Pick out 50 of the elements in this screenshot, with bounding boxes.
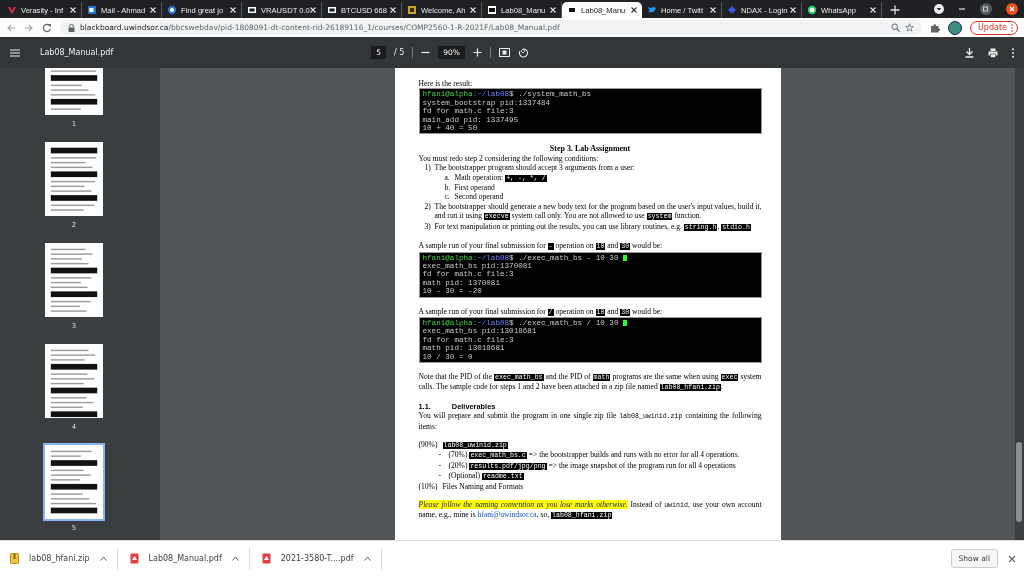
fit-page-icon[interactable] bbox=[499, 48, 510, 57]
favicon-icon bbox=[87, 5, 97, 15]
favicon-icon bbox=[327, 5, 337, 15]
file-name: Lab08_Manual.pdf bbox=[40, 48, 114, 57]
star-icon[interactable] bbox=[905, 23, 914, 32]
favicon-icon bbox=[727, 5, 737, 15]
favicon-icon bbox=[807, 5, 817, 15]
restore-icon[interactable] bbox=[980, 3, 992, 15]
chevron-up-icon[interactable] bbox=[231, 556, 239, 561]
favicon-icon bbox=[7, 5, 17, 15]
chevron-up-icon[interactable] bbox=[99, 556, 107, 561]
download-item[interactable]: lab08_hfani.zip bbox=[8, 547, 118, 570]
update-button[interactable]: Update bbox=[970, 20, 1018, 35]
print-icon[interactable] bbox=[988, 47, 998, 58]
page-thumbnail[interactable] bbox=[43, 443, 105, 521]
close-icon[interactable] bbox=[1008, 554, 1016, 563]
page-thumbnail[interactable] bbox=[43, 342, 105, 420]
lock-icon bbox=[68, 23, 75, 32]
pdf-file-icon bbox=[129, 553, 139, 564]
puzzle-icon[interactable] bbox=[930, 22, 940, 33]
favicon-icon bbox=[647, 5, 657, 15]
new-tab-icon[interactable] bbox=[890, 5, 900, 15]
reload-icon[interactable] bbox=[42, 22, 52, 33]
scrollbar-thumb[interactable] bbox=[1016, 442, 1022, 522]
rotate-icon[interactable] bbox=[518, 47, 528, 58]
favicon-icon bbox=[567, 5, 577, 15]
chevron-up-icon[interactable] bbox=[363, 556, 371, 561]
favicon-icon bbox=[407, 5, 417, 15]
tab-search-icon[interactable] bbox=[934, 4, 944, 14]
menu-icon[interactable] bbox=[10, 48, 20, 57]
section-heading: Step 3. Lab Assignment bbox=[548, 144, 632, 154]
close-window-icon[interactable] bbox=[1006, 3, 1018, 15]
back-icon[interactable] bbox=[6, 22, 16, 33]
page-thumbnail[interactable] bbox=[43, 241, 105, 319]
zoom-icon[interactable] bbox=[891, 23, 900, 32]
avatar-icon[interactable] bbox=[948, 20, 962, 35]
page-total: / 5 bbox=[394, 48, 405, 57]
close-icon[interactable] bbox=[631, 7, 637, 13]
zip-file-icon bbox=[10, 553, 19, 564]
page-thumbnail[interactable] bbox=[43, 140, 105, 218]
download-item[interactable]: 2021-3580-T....pdf bbox=[259, 547, 382, 570]
favicon-icon bbox=[487, 5, 497, 15]
favicon-icon bbox=[167, 5, 177, 15]
forward-icon[interactable] bbox=[24, 22, 34, 33]
minimize-icon[interactable] bbox=[958, 5, 966, 13]
favicon-icon bbox=[247, 5, 257, 15]
download-item[interactable]: Lab08_Manual.pdf bbox=[127, 547, 250, 570]
zoom-in-icon[interactable] bbox=[473, 48, 482, 57]
pdf-file-icon bbox=[261, 553, 271, 564]
download-icon[interactable] bbox=[965, 47, 974, 58]
